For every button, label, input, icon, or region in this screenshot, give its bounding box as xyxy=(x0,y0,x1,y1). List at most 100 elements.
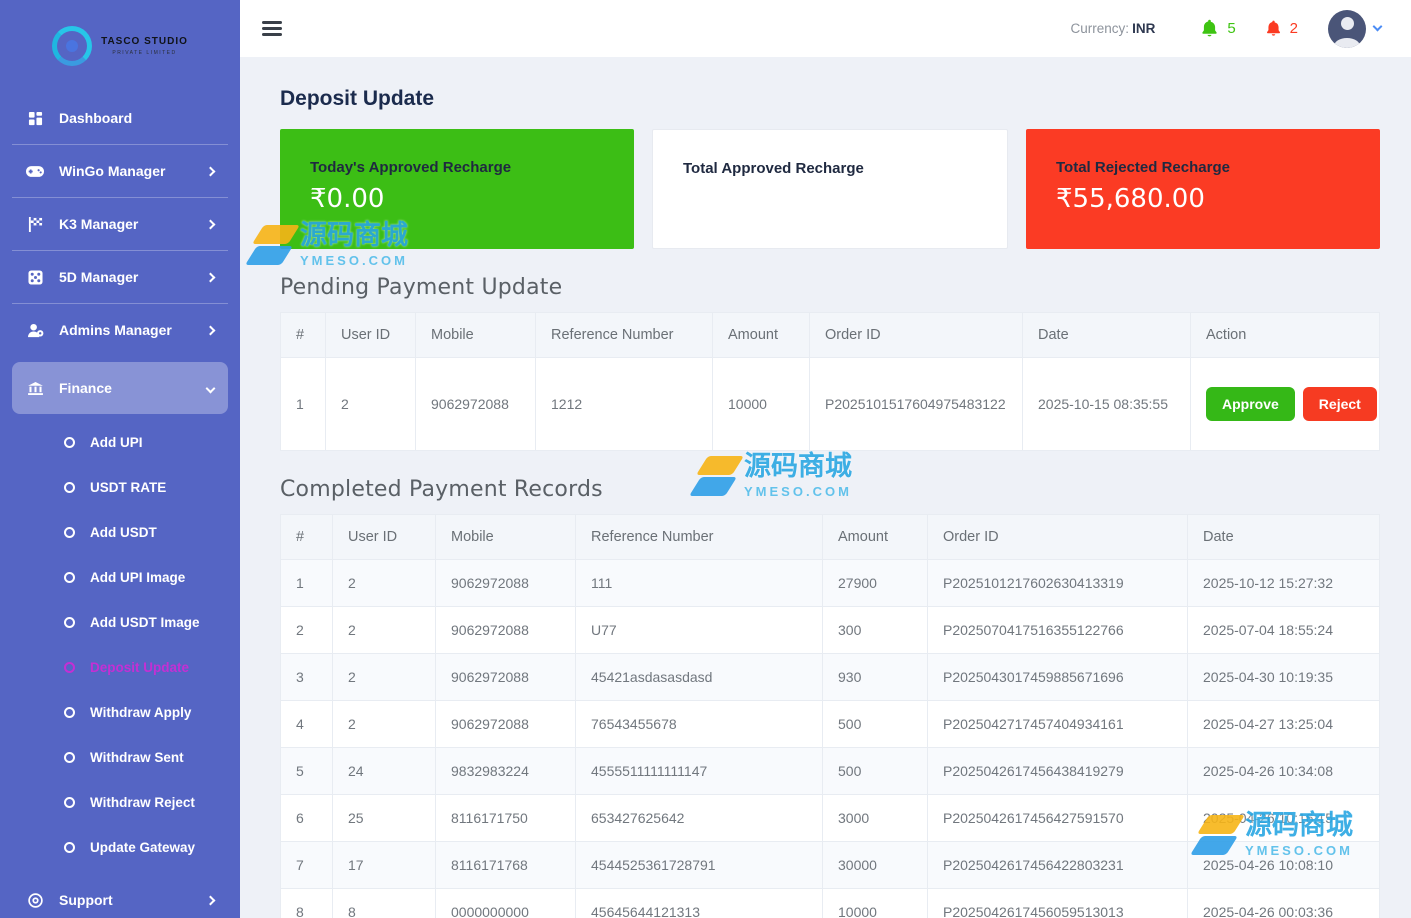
sidebar-item-label: Dashboard xyxy=(59,110,214,126)
pending-payments-table: #User IDMobileReference NumberAmountOrde… xyxy=(280,312,1380,451)
table-cell: 9832983224 xyxy=(436,748,576,795)
table-cell: P2025042617456422803231 xyxy=(928,842,1188,889)
table-cell: 3 xyxy=(281,654,333,701)
chevron-right-icon xyxy=(206,272,216,282)
sidebar-item-label: K3 Manager xyxy=(59,216,192,232)
column-header-user-id: User ID xyxy=(333,515,436,560)
sidebar-subitem-deposit-update[interactable]: Deposit Update xyxy=(12,645,228,690)
sidebar-item-dashboard[interactable]: Dashboard xyxy=(12,92,228,145)
table-cell: 2 xyxy=(333,701,436,748)
notifications-green-bell[interactable]: 5 xyxy=(1199,18,1235,39)
sidebar-item-5d-manager[interactable]: 5D Manager xyxy=(12,251,228,304)
card-total-rejected-recharge: Total Rejected Recharge₹55,680.00 xyxy=(1026,129,1380,249)
content: Deposit Update Today's Approved Recharge… xyxy=(240,57,1411,918)
table-cell: 76543455678 xyxy=(576,701,823,748)
table-cell: 2025-04-26 10:08:10 xyxy=(1188,842,1380,889)
table-cell: 2 xyxy=(281,607,333,654)
sidebar-subitem-add-usdt-image[interactable]: Add USDT Image xyxy=(12,600,228,645)
chevron-right-icon xyxy=(206,895,216,905)
card-today-s-approved-recharge: Today's Approved Recharge₹0.00 xyxy=(280,129,634,249)
sidebar-subitem-label: Deposit Update xyxy=(90,660,189,675)
table-cell: 2025-10-15 08:35:55 xyxy=(1023,358,1191,451)
column-header-amount: Amount xyxy=(713,313,810,358)
table-cell: 8 xyxy=(281,889,333,918)
table-row: 7178116171768454452536172879130000P20250… xyxy=(281,842,1380,889)
table-cell: 6 xyxy=(281,795,333,842)
user-gear-icon xyxy=(26,323,44,338)
table-cell: 8 xyxy=(333,889,436,918)
table-cell: 930 xyxy=(823,654,928,701)
sidebar-subitem-withdraw-reject[interactable]: Withdraw Reject xyxy=(12,780,228,825)
table-cell: 10000 xyxy=(823,889,928,918)
sidebar-item-label: Admins Manager xyxy=(59,322,192,338)
table-cell: 4544525361728791 xyxy=(576,842,823,889)
red-bell-count: 2 xyxy=(1290,20,1298,37)
action-cell: ApproveReject xyxy=(1191,358,1380,451)
sidebar-subitem-add-upi[interactable]: Add UPI xyxy=(12,420,228,465)
topbar: Currency:INR 5 2 xyxy=(240,0,1411,57)
sidebar-item-k3-manager[interactable]: K3 Manager xyxy=(12,198,228,251)
table-cell: 9062972088 xyxy=(436,654,576,701)
table-cell: 30000 xyxy=(823,842,928,889)
table-cell: 500 xyxy=(823,748,928,795)
user-menu[interactable] xyxy=(1328,10,1381,48)
sidebar-item-wingo-manager[interactable]: WinGo Manager xyxy=(12,145,228,198)
sidebar-subitem-add-upi-image[interactable]: Add UPI Image xyxy=(12,555,228,600)
completed-payments-table: #User IDMobileReference NumberAmountOrde… xyxy=(280,514,1380,918)
table-cell: P2025042617456427591570 xyxy=(928,795,1188,842)
table-cell: 1 xyxy=(281,358,326,451)
sidebar-item-label: Finance xyxy=(59,380,192,396)
table-cell: 2 xyxy=(333,560,436,607)
gamepad-icon xyxy=(26,165,44,178)
table-cell: 2025-04-26 00:03:36 xyxy=(1188,889,1380,918)
circle-bullet-icon xyxy=(64,752,75,763)
card-amount: ₹55,680.00 xyxy=(1056,184,1350,214)
table-cell: 1212 xyxy=(536,358,713,451)
avatar xyxy=(1328,10,1366,48)
circle-bullet-icon xyxy=(64,527,75,538)
table-cell: 2025-10-12 15:27:32 xyxy=(1188,560,1380,607)
circle-bullet-icon xyxy=(64,572,75,583)
sidebar-item-label: 5D Manager xyxy=(59,269,192,285)
table-cell: 2025-04-26 10:16:15 xyxy=(1188,795,1380,842)
sidebar-subitem-label: USDT RATE xyxy=(90,480,166,495)
table-cell: 9062972088 xyxy=(416,358,536,451)
column-header-date: Date xyxy=(1188,515,1380,560)
sidebar-subitem-add-usdt[interactable]: Add USDT xyxy=(12,510,228,555)
circle-bullet-icon xyxy=(64,482,75,493)
sidebar-subitem-label: Withdraw Reject xyxy=(90,795,195,810)
sidebar-item-admins-manager[interactable]: Admins Manager xyxy=(12,304,228,356)
sidebar-item-support[interactable]: Support xyxy=(12,874,228,918)
table-cell: 2025-07-04 18:55:24 xyxy=(1188,607,1380,654)
column-header-mobile: Mobile xyxy=(416,313,536,358)
table-cell: 8116171768 xyxy=(436,842,576,889)
circle-bullet-icon xyxy=(64,842,75,853)
sidebar-nav: Dashboard WinGo Manager K3 Manager 5D Manag… xyxy=(0,88,240,414)
column-header-amount: Amount xyxy=(823,515,928,560)
dice-icon xyxy=(26,270,44,285)
table-cell: 27900 xyxy=(823,560,928,607)
sidebar-subitem-update-gateway[interactable]: Update Gateway xyxy=(12,825,228,870)
hamburger-menu-icon[interactable] xyxy=(262,18,282,40)
sidebar-subitem-withdraw-sent[interactable]: Withdraw Sent xyxy=(12,735,228,780)
table-cell: 9062972088 xyxy=(436,560,576,607)
table-cell: 2025-04-30 10:19:35 xyxy=(1188,654,1380,701)
sidebar-subitem-withdraw-apply[interactable]: Withdraw Apply xyxy=(12,690,228,735)
page-title: Deposit Update xyxy=(280,87,1380,111)
column-header-mobile: Mobile xyxy=(436,515,576,560)
table-row: 42906297208876543455678500P2025042717457… xyxy=(281,701,1380,748)
approve-button[interactable]: Approve xyxy=(1206,387,1295,421)
sidebar-item-label: Support xyxy=(59,892,192,908)
brand-logo-icon xyxy=(52,26,92,66)
table-cell: 24 xyxy=(333,748,436,795)
notifications-red-bell[interactable]: 2 xyxy=(1264,19,1298,38)
sidebar-subitem-usdt-rate[interactable]: USDT RATE xyxy=(12,465,228,510)
table-cell: 4 xyxy=(281,701,333,748)
sidebar-item-finance[interactable]: Finance xyxy=(12,362,228,414)
bank-icon xyxy=(26,382,44,395)
table-cell: 2 xyxy=(326,358,416,451)
circle-bullet-icon xyxy=(64,662,75,673)
table-cell: 17 xyxy=(333,842,436,889)
reject-button[interactable]: Reject xyxy=(1303,387,1377,421)
chevron-right-icon xyxy=(206,166,216,176)
